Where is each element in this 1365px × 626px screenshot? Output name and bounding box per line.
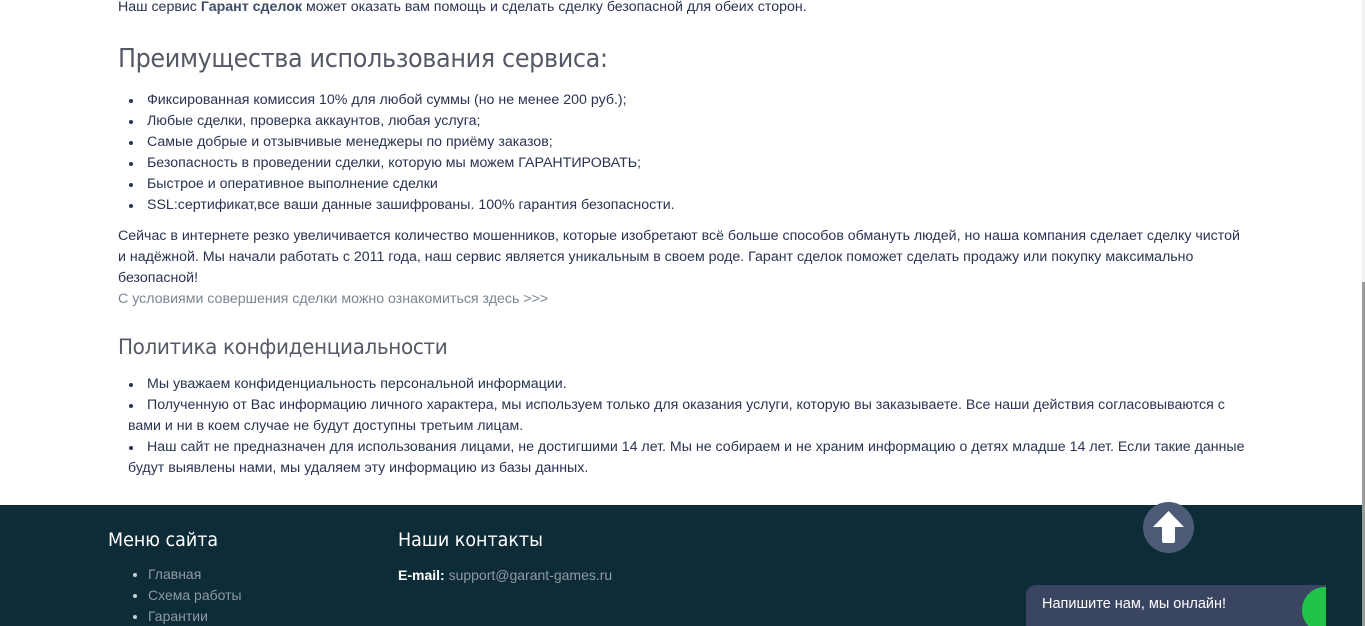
intro-text: Наш сервис Гарант сделок может оказать в… xyxy=(118,0,807,18)
footer-menu-item-guarantees[interactable]: Гарантии xyxy=(128,606,242,626)
privacy-title: Политика конфиденциальности xyxy=(118,335,448,360)
footer-menu-item-home[interactable]: Главная xyxy=(128,564,242,585)
intro-after: может оказать вам помощь и сделать сделк… xyxy=(302,0,807,15)
scroll-to-top-button[interactable] xyxy=(1143,502,1194,553)
email-link[interactable]: support@garant-games.ru xyxy=(449,567,613,583)
description-paragraph: Сейчас в интернете резко увеличивается к… xyxy=(118,228,1240,286)
advantages-title: Преимущества использования сервиса: xyxy=(118,44,608,74)
intro-before: Наш сервис xyxy=(118,0,201,15)
footer-menu-title: Меню сайта xyxy=(108,529,219,551)
list-item: Быстрое и оперативное выполнение сделки xyxy=(128,174,675,195)
service-name-link[interactable]: Гарант сделок xyxy=(201,0,302,15)
list-item: Наш сайт не предназначен для использован… xyxy=(128,437,1253,479)
list-item: Безопасность в проведении сделки, котору… xyxy=(128,153,675,174)
list-item: Полученную от Вас информацию личного хар… xyxy=(128,395,1253,437)
privacy-list: Мы уважаем конфиденциальность персональн… xyxy=(128,374,1253,479)
list-item: Мы уважаем конфиденциальность персональн… xyxy=(128,374,1253,395)
footer-email: E-mail: support@garant-games.ru xyxy=(398,565,612,586)
arrow-up-icon xyxy=(1153,511,1184,543)
chat-widget[interactable]: Напишите нам, мы онлайн! xyxy=(1026,585,1326,626)
advantages-list: Фиксированная комиссия 10% для любой сум… xyxy=(128,90,675,216)
footer-contacts-title: Наши контакты xyxy=(398,529,543,551)
footer-menu: Главная Схема работы Гарантии xyxy=(128,564,242,626)
online-status-indicator xyxy=(1302,587,1326,626)
chat-label: Напишите нам, мы онлайн! xyxy=(1042,596,1227,612)
list-item: Фиксированная комиссия 10% для любой сум… xyxy=(128,90,675,111)
email-label: E-mail: xyxy=(398,567,445,583)
list-item: SSL:сертификат,все ваши данные зашифрова… xyxy=(128,195,675,216)
list-item: Самые добрые и отзывчивые менеджеры по п… xyxy=(128,132,675,153)
terms-link[interactable]: С условиями совершения сделки можно озна… xyxy=(118,289,548,310)
list-item: Любые сделки, проверка аккаунтов, любая … xyxy=(128,111,675,132)
footer-menu-item-scheme[interactable]: Схема работы xyxy=(128,585,242,606)
